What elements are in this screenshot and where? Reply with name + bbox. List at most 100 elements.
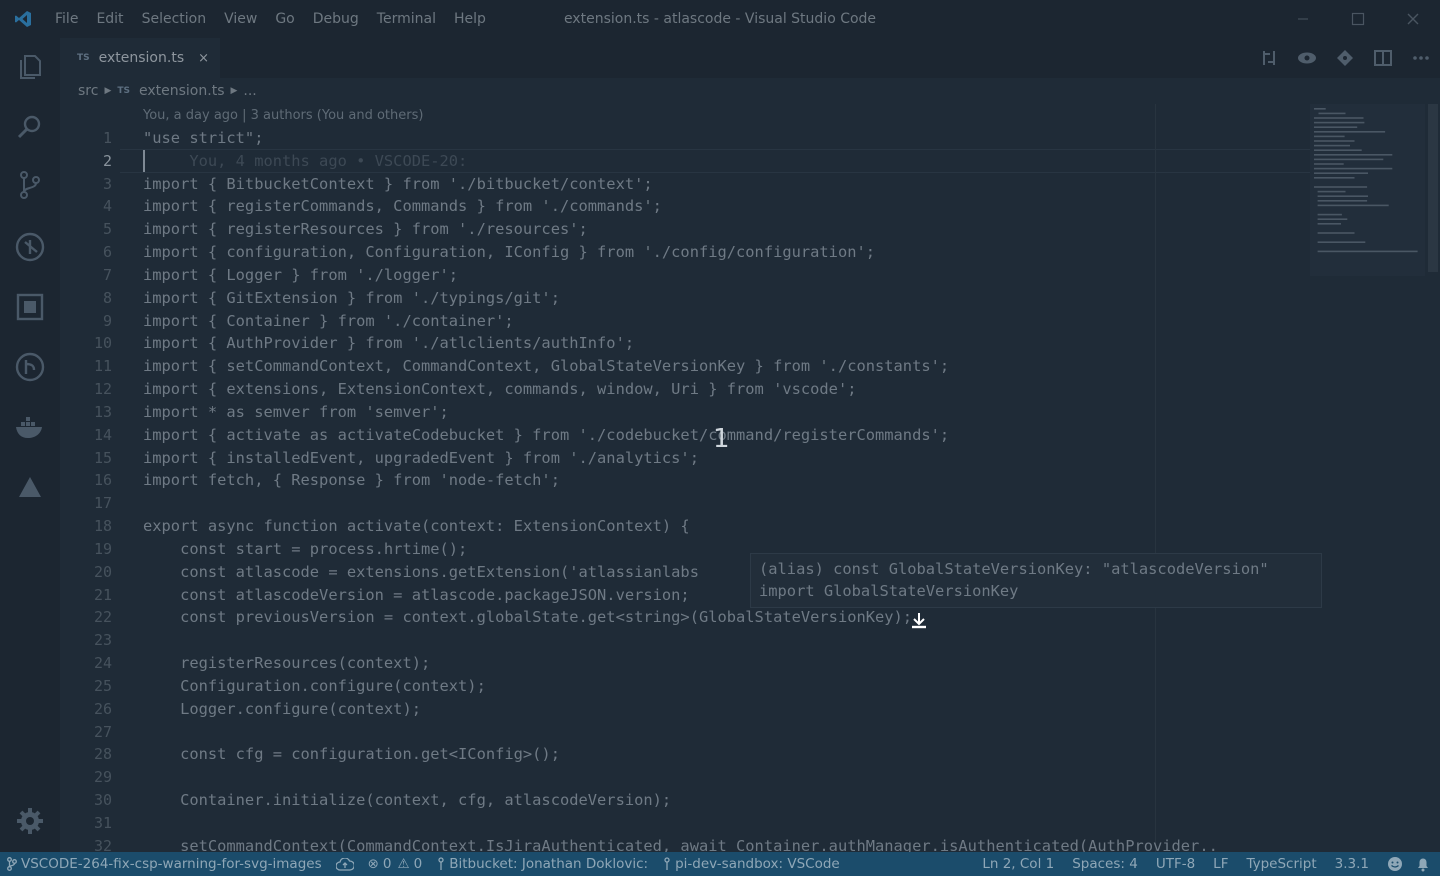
search-icon [17, 115, 41, 139]
line-number: 29 [93, 768, 112, 787]
minimize-icon [1297, 18, 1308, 20]
sync-button[interactable] [329, 852, 361, 876]
menu-file[interactable]: File [46, 0, 87, 38]
line-number: 23 [93, 631, 112, 650]
warning-count: 0 [413, 856, 423, 872]
timeline-icon [15, 352, 45, 382]
vertical-scrollbar[interactable] [1428, 104, 1438, 272]
warning-icon: ⚠ [397, 856, 410, 872]
language-mode[interactable]: TypeScript [1237, 852, 1325, 876]
indentation-status[interactable]: Spaces: 4 [1063, 852, 1147, 876]
open-changes-button[interactable] [1250, 38, 1288, 78]
code-line: import { extensions, ExtensionContext, c… [143, 380, 857, 399]
search-button[interactable] [0, 104, 60, 150]
line-number: 25 [93, 676, 112, 695]
close-icon [1407, 13, 1418, 25]
status-bar: VSCODE-264-fix-csp-warning-for-svg-image… [0, 852, 1440, 876]
source-control-button[interactable] [0, 162, 60, 208]
error-icon: ⊗ [367, 856, 379, 872]
files-icon [20, 55, 41, 79]
menu-go[interactable]: Go [266, 0, 303, 38]
line-number: 13 [93, 402, 112, 421]
docker-button[interactable] [0, 404, 60, 450]
line-number: 26 [93, 699, 112, 718]
download-cursor-icon [910, 612, 928, 634]
more-actions-button[interactable] [1402, 38, 1440, 78]
activity-bar [0, 38, 60, 852]
menu-help[interactable]: Help [445, 0, 495, 38]
minimap-slider[interactable] [1310, 104, 1425, 276]
line-number: 1 [102, 129, 112, 147]
window-controls [1275, 0, 1440, 38]
menu-terminal[interactable]: Terminal [368, 0, 445, 38]
split-editor-button[interactable] [1364, 38, 1402, 78]
breadcrumb-folder[interactable]: src [78, 83, 98, 99]
debug-button[interactable] [0, 224, 60, 270]
repo-status[interactable]: pi-dev-sandbox: VSCode [655, 852, 847, 876]
menu-edit[interactable]: Edit [87, 0, 132, 38]
timeline-button[interactable] [0, 344, 60, 390]
status-right: Ln 2, Col 1 Spaces: 4 UTF-8 LF TypeScrip… [973, 852, 1440, 876]
line-number: 3 [102, 174, 112, 193]
manage-button[interactable] [0, 798, 60, 844]
code-editor[interactable]: "use strict"; You, 4 months ago • VSCODE… [143, 127, 1313, 852]
branch-status[interactable]: VSCODE-264-fix-csp-warning-for-svg-image… [0, 852, 329, 876]
bitbucket-user: Bitbucket: Jonathan Doklovic: [449, 856, 649, 872]
close-window-button[interactable] [1385, 0, 1440, 38]
hover-tooltip: (alias) const GlobalStateVersionKey: "at… [750, 553, 1322, 608]
code-lens[interactable]: You, a day ago | 3 authors (You and othe… [143, 108, 423, 123]
code-line: import { GitExtension } from './typings/… [143, 288, 560, 307]
menu-selection[interactable]: Selection [133, 0, 216, 38]
compare-changes-icon [1263, 51, 1275, 65]
line-number: 6 [102, 243, 112, 262]
code-line: export async function activate(context: … [143, 517, 690, 536]
extensions-button[interactable] [0, 284, 60, 330]
error-count: 0 [382, 856, 392, 872]
chevron-right-icon: ▶ [230, 86, 238, 96]
line-number: 9 [102, 311, 112, 330]
menu-view[interactable]: View [215, 0, 266, 38]
explorer-button[interactable] [0, 44, 60, 90]
notifications-button[interactable] [1412, 852, 1440, 876]
tab-bar: TS extension.ts × [60, 38, 1440, 78]
tab-extension-ts[interactable]: TS extension.ts × [60, 38, 220, 78]
line-number: 22 [93, 608, 112, 627]
line-number: 12 [93, 380, 112, 399]
maximize-button[interactable] [1330, 0, 1385, 38]
menu-debug[interactable]: Debug [304, 0, 368, 38]
cursor-position[interactable]: Ln 2, Col 1 [973, 852, 1063, 876]
line-number: 8 [102, 288, 112, 307]
line-number: 27 [93, 722, 112, 741]
toggle-blame-button[interactable] [1288, 38, 1326, 78]
feedback-button[interactable] [1378, 852, 1412, 876]
atlassian-button[interactable] [0, 464, 60, 510]
code-line: import * as semver from 'semver'; [143, 402, 449, 421]
step-number-overlay: 1 [713, 424, 730, 454]
bitbucket-icon [438, 857, 444, 870]
line-number: 11 [93, 357, 112, 376]
git-blame-annotation: You, 4 months ago • VSCODE-20: [143, 151, 468, 170]
line-number: 15 [93, 448, 112, 467]
line-number: 18 [93, 517, 112, 536]
eol-status[interactable]: LF [1204, 852, 1237, 876]
breadcrumb-file[interactable]: extension.ts [139, 83, 224, 99]
encoding-status[interactable]: UTF-8 [1147, 852, 1204, 876]
line-number: 21 [93, 585, 112, 604]
repo-icon [664, 857, 670, 870]
typescript-version[interactable]: 3.3.1 [1326, 852, 1378, 876]
git-action-button[interactable] [1326, 38, 1364, 78]
tab-close-button[interactable]: × [198, 51, 209, 66]
code-line: import { configuration, Configuration, I… [143, 243, 876, 262]
minimize-button[interactable] [1275, 0, 1330, 38]
minimap[interactable] [1310, 104, 1440, 852]
typescript-file-icon: TS [117, 86, 130, 96]
bell-icon [1418, 858, 1428, 872]
code-line: const cfg = configuration.get<IConfig>()… [143, 745, 560, 764]
breadcrumb-more[interactable]: ... [243, 83, 256, 99]
problems-status[interactable]: ⊗ 0 ⚠ 0 [361, 852, 430, 876]
bitbucket-status[interactable]: Bitbucket: Jonathan Doklovic: [429, 852, 655, 876]
